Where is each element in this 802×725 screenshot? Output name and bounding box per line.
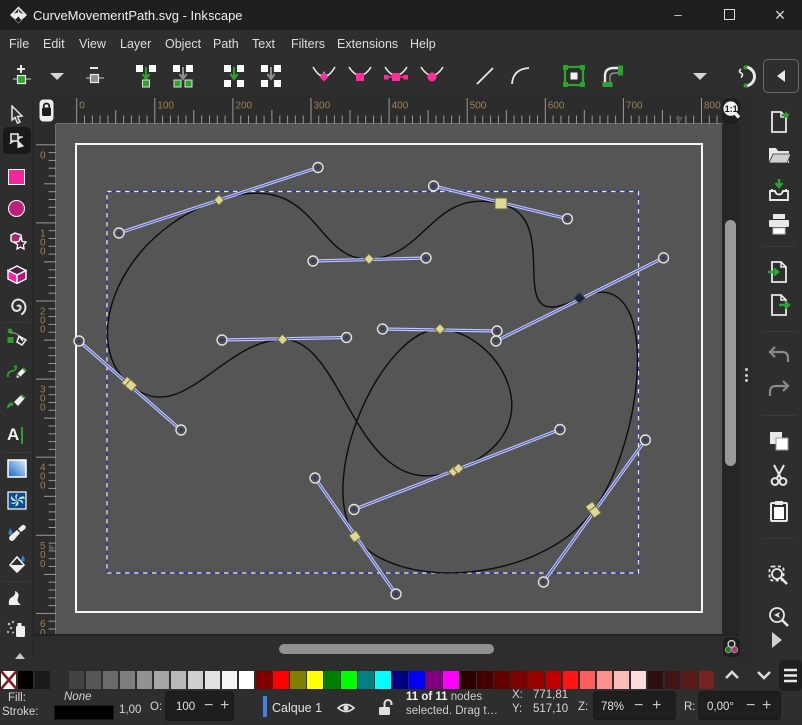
svg-text:0: 0: [40, 559, 46, 570]
svg-text:100: 100: [157, 101, 174, 112]
svg-text:0: 0: [40, 481, 46, 492]
svg-text:300: 300: [314, 101, 331, 112]
svg-text:0: 0: [40, 150, 46, 161]
svg-text:800: 800: [704, 101, 721, 112]
svg-text:0: 0: [40, 403, 46, 414]
svg-text:0: 0: [40, 246, 46, 257]
svg-text:500: 500: [470, 101, 487, 112]
svg-text:1:1: 1:1: [725, 104, 738, 114]
svg-text:200: 200: [235, 101, 252, 112]
svg-text:0: 0: [40, 325, 46, 336]
svg-text:400: 400: [392, 101, 409, 112]
svg-text:700: 700: [626, 101, 643, 112]
svg-text:600: 600: [548, 101, 565, 112]
svg-text:0: 0: [79, 101, 85, 112]
